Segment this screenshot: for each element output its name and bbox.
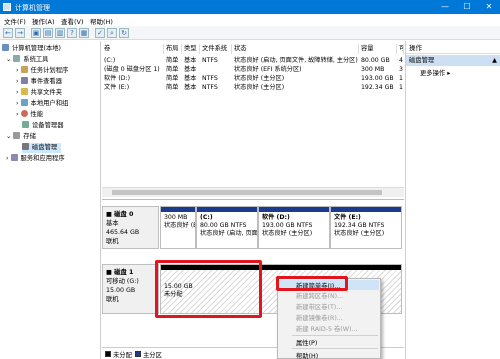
col-type[interactable]: 类型 — [182, 44, 200, 54]
search-icon[interactable]: ⌕ — [107, 28, 117, 38]
col-capacity[interactable]: 容量 — [359, 44, 397, 54]
collapse-icon[interactable]: ▲ — [492, 55, 497, 66]
settings-icon[interactable]: ✓ — [95, 28, 105, 38]
disk0-label[interactable]: ■ 磁盘 0 基本 465.64 GB 联机 — [102, 206, 159, 249]
menu-new-simple-volume[interactable]: 新建简单卷(I)... — [296, 281, 340, 290]
services-icon — [10, 154, 18, 161]
partition-e[interactable]: 文件 (E:) 192.34 GB NTFS 状态良好 (主分区) — [330, 206, 402, 249]
table-row[interactable]: 文件 (E:) 简单 基本 NTFS 状态良好 (主分区) 192.34 GB … — [102, 83, 404, 92]
legend-primary-swatch — [135, 351, 141, 357]
table-row[interactable]: (C:) 简单 基本 NTFS 状态良好 (启动, 页面文件, 故障转储, 主分… — [102, 56, 404, 65]
tree-disk-management[interactable]: 磁盘管理 — [22, 143, 62, 153]
horizontal-scrollbar[interactable] — [102, 187, 404, 197]
col-status[interactable]: 状态 — [232, 44, 359, 54]
close-button[interactable]: ✕ — [478, 0, 500, 14]
actions-header: 操作 — [406, 43, 500, 54]
back-icon[interactable]: ← — [3, 28, 13, 38]
partition-efi[interactable]: 300 MB 状态良好 (EFI 系统 — [160, 206, 196, 249]
device-manager-icon — [22, 121, 29, 128]
menu-new-mirrored-volume[interactable]: 新建镜像卷(R)... — [296, 313, 343, 322]
folder-icon — [20, 88, 28, 95]
performance-icon — [20, 110, 28, 117]
menu-separator — [292, 348, 378, 349]
minimize-button[interactable]: — — [434, 0, 456, 14]
unallocated-space[interactable]: 15.00 GB 未分配 — [160, 264, 260, 314]
computer-icon — [2, 44, 9, 51]
menu-properties[interactable]: 属性(P) — [296, 338, 317, 347]
disk1-label[interactable]: ■ 磁盘 1 可移动 (G:) 15.00 GB 联机 — [102, 264, 159, 314]
legend-primary: 主分区 — [143, 352, 162, 359]
menu-action[interactable]: 操作(A) — [32, 16, 55, 26]
col-free[interactable]: 可 — [397, 44, 404, 54]
partition-c[interactable]: (C:) 80.00 GB NTFS 状态良好 (启动, 页面 — [196, 206, 258, 249]
tools-icon — [13, 55, 21, 62]
partition-d[interactable]: 软件 (D:) 193.00 GB NTFS 状态良好 (主分区) — [258, 206, 330, 249]
tree-storage[interactable]: ⌄ 存储 — [6, 132, 36, 142]
menu-separator — [292, 335, 378, 336]
window-title: 计算机管理 — [15, 4, 50, 12]
storage-icon — [13, 132, 21, 139]
menu-help[interactable]: 帮助(H) — [296, 351, 318, 359]
disk-icon — [22, 143, 29, 150]
chevron-right-icon: ▸ — [447, 70, 451, 77]
menu-new-striped-volume[interactable]: 新建带区卷(T)... — [296, 302, 342, 311]
scrollbar-thumb[interactable] — [112, 190, 382, 195]
forward-icon[interactable]: → — [15, 28, 25, 38]
tree-services[interactable]: › 服务和应用程序 — [6, 154, 65, 164]
navigation-tree: 计算机管理(本地) ⌄ 系统工具 › 任务计划程序 › 事件查看器 › 共享文件… — [0, 41, 101, 359]
col-volume[interactable]: 卷 — [102, 44, 164, 54]
col-filesystem[interactable]: 文件系统 — [200, 44, 232, 54]
event-viewer-icon — [20, 77, 28, 84]
users-icon — [20, 99, 28, 106]
show-tree-icon[interactable]: ▤ — [43, 28, 53, 38]
legend-unallocated-swatch — [105, 351, 111, 357]
tree-performance[interactable]: › 性能 — [16, 110, 43, 120]
properties-icon[interactable]: ▥ — [55, 28, 65, 38]
menu-view[interactable]: 查看(V) — [61, 16, 84, 26]
actions-disk-management[interactable]: 磁盘管理 ▲ — [406, 55, 500, 66]
legend-unallocated: 未分配 — [113, 352, 132, 359]
tree-task-scheduler[interactable]: › 任务计划程序 — [16, 66, 68, 76]
col-layout[interactable]: 布局 — [164, 44, 182, 54]
tree-event-viewer[interactable]: › 事件查看器 — [16, 77, 62, 87]
actions-more[interactable]: 更多操作 ▸ — [420, 68, 450, 77]
context-menu: 新建简单卷(I)... 新建跨区卷(N)... 新建带区卷(T)... 新建镜像… — [277, 278, 381, 359]
computer-management-icon — [3, 3, 11, 11]
menu-new-raid5-volume[interactable]: 新建 RAID-5 卷(W)... — [296, 324, 357, 333]
up-folder-icon[interactable]: ▣ — [31, 28, 41, 38]
actions-pane: 操作 磁盘管理 ▲ 更多操作 ▸ — [405, 41, 500, 359]
tree-system-tools[interactable]: ⌄ 系统工具 — [6, 55, 48, 65]
menu-file[interactable]: 文件(F) — [4, 16, 26, 26]
tree-shared-folders[interactable]: › 共享文件夹 — [16, 88, 62, 98]
table-row[interactable]: (磁盘 0 磁盘分区 1) 简单 基本 状态良好 (EFI 系统分区) 300 … — [102, 65, 404, 74]
volume-table: 卷 布局 类型 文件系统 状态 容量 可 (C:) 简单 基本 NTFS 状态良… — [102, 41, 404, 188]
menu-new-spanned-volume[interactable]: 新建跨区卷(N)... — [296, 291, 343, 300]
help-icon[interactable]: ? — [67, 28, 77, 38]
tree-device-manager[interactable]: 设备管理器 — [22, 121, 63, 131]
clock-icon — [20, 66, 28, 73]
tree-local-users[interactable]: › 本地用户和组 — [16, 99, 68, 109]
refresh-icon[interactable]: ↻ — [119, 28, 129, 38]
menu-bar: 文件(F) 操作(A) 查看(V) 帮助(H) — [0, 14, 500, 26]
list-view-icon[interactable]: ▦ — [79, 28, 89, 38]
table-row[interactable]: 软件 (D:) 简单 基本 NTFS 状态良好 (主分区) 193.00 GB … — [102, 74, 404, 83]
tree-root[interactable]: 计算机管理(本地) — [2, 44, 61, 54]
title-bar: 计算机管理 — ☐ ✕ — [0, 0, 500, 14]
menu-help[interactable]: 帮助(H) — [90, 16, 113, 26]
toolbar: ← → ▣ ▤ ▥ ? ▦ ✓ ⌕ ↻ — [0, 26, 500, 40]
maximize-button[interactable]: ☐ — [456, 0, 478, 14]
